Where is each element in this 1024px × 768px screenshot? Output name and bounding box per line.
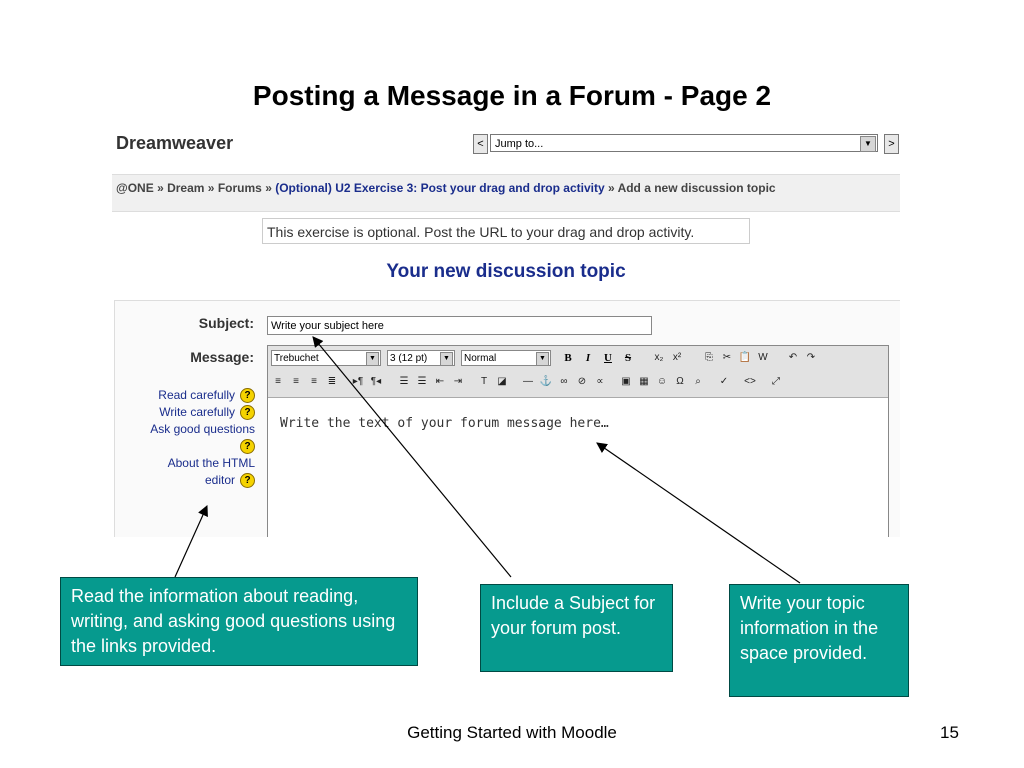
italic-icon[interactable]: I	[580, 350, 596, 366]
jump-to-select[interactable]: Jump to... ▼	[490, 134, 878, 152]
nolink-icon[interactable]: ∝	[593, 375, 607, 388]
ltr-icon[interactable]: ▸¶	[351, 375, 365, 388]
text-color-icon[interactable]: T	[477, 375, 491, 388]
copy-icon[interactable]: ⎘	[702, 351, 716, 364]
font-select[interactable]: Trebuchet ▼	[271, 350, 381, 366]
help-links: Read carefully? Write carefully? Ask goo…	[142, 387, 255, 489]
rtl-icon[interactable]: ¶◂	[369, 375, 383, 388]
breadcrumb-separator: »	[265, 181, 272, 195]
help-icon[interactable]: ?	[240, 473, 255, 489]
search-replace-icon[interactable]: ⌕	[691, 375, 705, 388]
forum-intro: This exercise is optional. Post the URL …	[262, 218, 750, 244]
chevron-down-icon: ▼	[536, 352, 549, 366]
breadcrumb-item-course[interactable]: Dream	[167, 181, 204, 195]
insert-image-icon[interactable]: ▣	[619, 375, 633, 388]
justify-icon[interactable]: ≣	[325, 375, 339, 388]
strikethrough-icon[interactable]: S	[620, 350, 636, 366]
fullscreen-icon[interactable]: ⤢	[769, 375, 783, 388]
breadcrumb: @ONE » Dream » Forums » (Optional) U2 Ex…	[112, 174, 900, 212]
help-icon[interactable]: ?	[240, 439, 255, 455]
smiley-icon[interactable]: ☺	[655, 375, 669, 388]
jump-next-button[interactable]: >	[884, 134, 899, 154]
callout-help-links: Read the information about reading, writ…	[60, 577, 418, 666]
font-select-value: Trebuchet	[274, 353, 319, 364]
indent-icon[interactable]: ⇥	[451, 375, 465, 388]
help-link-label: Write carefully	[159, 405, 235, 419]
highlight-color-icon[interactable]: ◪	[495, 375, 509, 388]
ordered-list-icon[interactable]: ☰	[397, 375, 411, 388]
align-center-icon[interactable]: ≡	[289, 375, 303, 388]
superscript-icon[interactable]: x²	[670, 351, 684, 364]
jump-prev-button[interactable]: <	[473, 134, 488, 154]
cut-icon[interactable]: ✂	[720, 351, 734, 364]
size-select[interactable]: 3 (12 pt) ▼	[387, 350, 455, 366]
style-select[interactable]: Normal ▼	[461, 350, 551, 366]
breadcrumb-separator: »	[607, 181, 615, 195]
chevron-down-icon: ▼	[366, 352, 379, 366]
html-source-icon[interactable]: <>	[743, 375, 757, 388]
page-number: 15	[940, 723, 959, 742]
callout-subject: Include a Subject for your forum post.	[480, 584, 673, 672]
moodle-screenshot: Dreamweaver < Jump to... ▼ > @ONE » Drea…	[112, 125, 900, 537]
paste-icon[interactable]: 📋	[738, 351, 752, 364]
breadcrumb-separator: »	[157, 181, 164, 195]
form-heading: Your new discussion topic	[386, 261, 626, 282]
callout-message: Write your topic information in the spac…	[729, 584, 909, 697]
size-select-value: 3 (12 pt)	[390, 353, 428, 364]
link-icon[interactable]: ∞	[557, 375, 571, 388]
help-link-read[interactable]: Read carefully?	[142, 387, 255, 404]
subscript-icon[interactable]: x₂	[652, 351, 666, 364]
breadcrumb-separator: »	[207, 181, 215, 195]
help-link-questions[interactable]: Ask good questions?	[142, 421, 255, 455]
underline-icon[interactable]: U	[600, 350, 616, 366]
breadcrumb-current: Add a new discussion topic	[617, 181, 776, 195]
message-editor[interactable]: Trebuchet ▼ 3 (12 pt) ▼ Normal ▼ B I U S…	[267, 345, 889, 537]
help-link-html-editor[interactable]: About the HTML editor?	[142, 455, 255, 489]
style-select-value: Normal	[464, 353, 497, 364]
slide-footer: Getting Started with Moodle	[407, 723, 617, 742]
message-label: Message:	[190, 349, 254, 365]
anchor-icon[interactable]: ⚓	[539, 375, 553, 388]
unordered-list-icon[interactable]: ☰	[415, 375, 429, 388]
horizontal-rule-icon[interactable]: —	[521, 375, 535, 388]
breadcrumb-item-activity[interactable]: (Optional) U2 Exercise 3: Post your drag…	[275, 181, 604, 195]
subject-label: Subject:	[198, 315, 254, 331]
editor-toolbar: Trebuchet ▼ 3 (12 pt) ▼ Normal ▼ B I U S…	[268, 346, 888, 398]
align-left-icon[interactable]: ≡	[271, 375, 285, 388]
unlink-icon[interactable]: ⊘	[575, 375, 589, 388]
course-name: Dreamweaver	[116, 133, 234, 153]
paste-word-icon[interactable]: W	[756, 351, 770, 364]
breadcrumb-item-forums[interactable]: Forums	[218, 181, 262, 195]
slide-title: Posting a Message in a Forum - Page 2	[252, 80, 772, 111]
chevron-down-icon: ▼	[860, 136, 876, 152]
bold-icon[interactable]: B	[560, 350, 576, 366]
help-icon[interactable]: ?	[240, 405, 255, 421]
chevron-down-icon: ▼	[440, 352, 453, 366]
help-link-label: Read carefully	[158, 388, 235, 402]
undo-icon[interactable]: ↶	[786, 351, 800, 364]
editor-body-text[interactable]: Write the text of your forum message her…	[280, 416, 609, 431]
outdent-icon[interactable]: ⇤	[433, 375, 447, 388]
spellcheck-icon[interactable]: ✓	[717, 375, 731, 388]
breadcrumb-item-home[interactable]: @ONE	[116, 181, 154, 195]
special-char-icon[interactable]: Ω	[673, 375, 687, 388]
help-icon[interactable]: ?	[240, 388, 255, 404]
redo-icon[interactable]: ↷	[804, 351, 818, 364]
help-link-write[interactable]: Write carefully?	[142, 404, 255, 421]
subject-input[interactable]: Write your subject here	[267, 316, 652, 335]
help-link-label: Ask good questions	[150, 422, 255, 436]
align-right-icon[interactable]: ≡	[307, 375, 321, 388]
jump-to-label: Jump to...	[495, 138, 544, 150]
insert-table-icon[interactable]: ▦	[637, 375, 651, 388]
